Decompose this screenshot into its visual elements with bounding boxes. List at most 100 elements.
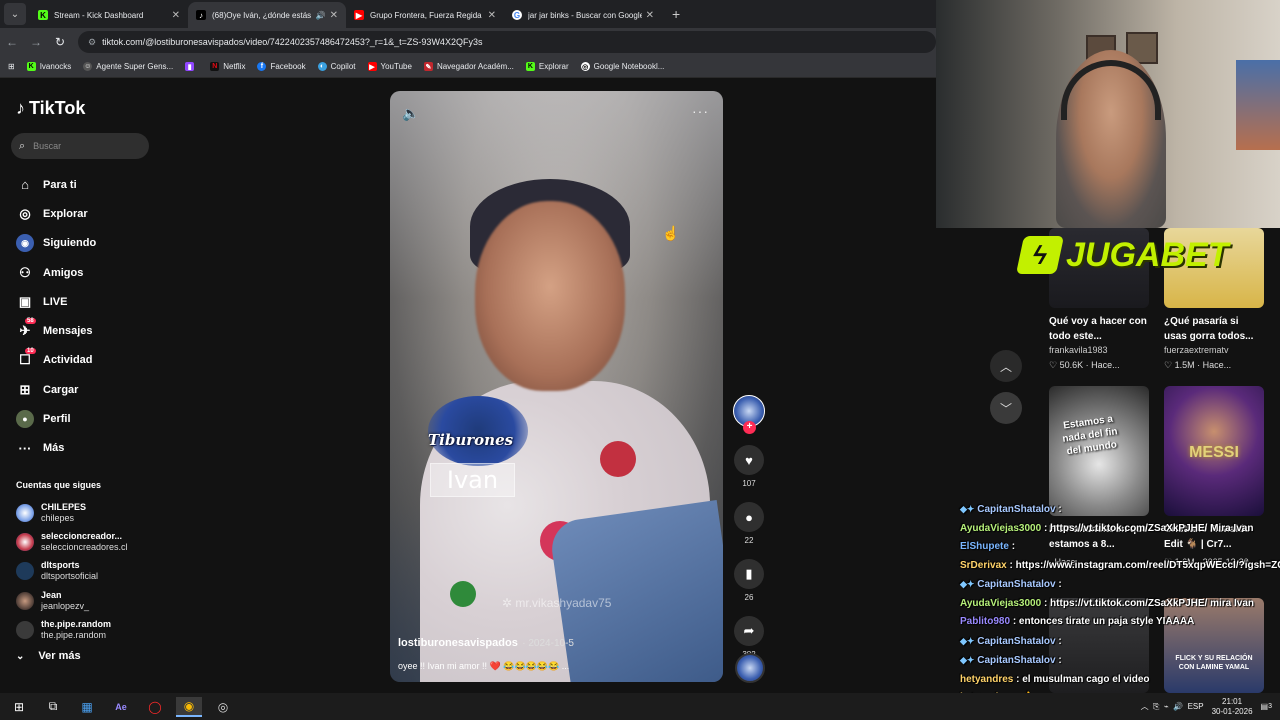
tab-title: jar jar binks - Buscar con Google — [528, 10, 642, 20]
share-icon[interactable]: ➦ — [734, 616, 764, 646]
bookmark-twitch[interactable]: ▮ — [185, 62, 198, 71]
sidebar-item-live[interactable]: ▣ LIVE — [16, 287, 96, 316]
tray-app-icon[interactable]: ⎘ — [1153, 702, 1159, 712]
chat-text: : https://www.instagram.com/reel/DT5xqpW… — [1009, 559, 1280, 571]
bookmark-icon[interactable]: ▮ — [734, 559, 764, 589]
following-account[interactable]: CHILEPES chilepes — [16, 498, 128, 527]
academic-icon: ✎ — [423, 62, 433, 71]
bookmark-agente[interactable]: ☺ Agente Super Gens... — [83, 62, 173, 71]
chat-badge-icon: ◆✦ — [960, 504, 975, 514]
follow-plus-icon[interactable]: + — [743, 421, 756, 434]
bookmark-ivanocks[interactable]: K Ivanocks — [26, 62, 71, 71]
sidebar-item-cargar[interactable]: ⊞ Cargar — [16, 375, 96, 404]
tab-youtube[interactable]: ▶ Grupo Frontera, Fuerza Regida ✕ — [346, 2, 504, 28]
sidebar-item-label: LIVE — [43, 295, 68, 308]
notifications-icon[interactable]: ▤ — [1261, 702, 1269, 711]
tiktok-logo[interactable]: ♪ TikTok — [16, 98, 85, 119]
speaker-icon[interactable]: 🔊 — [316, 11, 326, 20]
scroll-down-button[interactable]: ﹀ — [990, 392, 1022, 424]
tiktok-page: ♪ TikTok ⌕ Buscar ⌂ Para ti ◎ Explorar ◉ Si… — [0, 78, 936, 693]
search-input[interactable]: ⌕ Buscar — [11, 133, 149, 159]
account-handle: chilepes — [41, 512, 75, 523]
forward-icon[interactable]: → — [24, 35, 48, 49]
close-tab-icon[interactable]: ✕ — [330, 10, 338, 21]
bookmark-notebooklm[interactable]: ◎ Google Notebookl... — [580, 62, 664, 71]
volume-icon[interactable]: 🔈 — [402, 105, 419, 122]
chat-message: ElShupete : — [960, 538, 1280, 557]
bookmark-copilot[interactable]: ◐ Copilot — [317, 62, 356, 71]
comment-icon[interactable]: ● — [734, 502, 764, 532]
video-username[interactable]: lostiburonesavispados — [398, 637, 518, 649]
bookmark-navegador[interactable]: ✎ Navegador Académ... — [423, 62, 514, 71]
sidebar-item-actividad[interactable]: ☐ 10 Actividad — [16, 346, 96, 375]
following-account[interactable]: dltsports dltsportsoficial — [16, 557, 128, 586]
windows-start-icon[interactable]: ⊞ — [6, 697, 32, 717]
reload-icon[interactable]: ↻ — [48, 35, 72, 49]
see-more-link[interactable]: ⌄ Ver más — [16, 650, 81, 662]
sidebar-item-siguiendo[interactable]: ◉ Siguiendo — [16, 229, 96, 258]
close-tab-icon[interactable]: ✕ — [488, 10, 496, 21]
sidebar-item-para-ti[interactable]: ⌂ Para ti — [16, 170, 96, 199]
wall-poster — [1236, 60, 1280, 150]
video-date: · 2024-10-5 — [522, 638, 574, 649]
creator-avatar[interactable]: + — [733, 395, 765, 434]
url-field[interactable]: ⚙ tiktok.com/@lostiburonesavispados/vide… — [78, 31, 936, 53]
sidebar-item-explorar[interactable]: ◎ Explorar — [16, 199, 96, 228]
tab-google[interactable]: G jar jar binks - Buscar con Google ✕ — [504, 2, 662, 28]
clock-time: 21:01 — [1222, 696, 1243, 706]
sidebar-item-mas[interactable]: ··· Más — [16, 434, 96, 463]
close-tab-icon[interactable]: ✕ — [172, 10, 180, 21]
more-options-icon[interactable]: ··· — [692, 103, 709, 119]
bookmark-netflix[interactable]: N Netflix — [210, 62, 245, 71]
new-tab-button[interactable]: + — [672, 6, 680, 22]
card-user: fuerzaextrematv — [1164, 345, 1229, 355]
kick-icon: K — [38, 10, 48, 20]
back-icon[interactable]: ← — [0, 35, 24, 49]
apps-icon[interactable]: ⊞ — [8, 62, 15, 71]
clock[interactable]: 21:01 30-01-2026 — [1212, 697, 1253, 717]
account-handle: seleccioncreadores.cl — [41, 541, 128, 552]
sidebar-item-label: Para ti — [43, 178, 77, 191]
sidebar-item-amigos[interactable]: ⚇ Amigos — [16, 258, 96, 287]
following-account[interactable]: seleccioncreador... seleccioncreadores.cl — [16, 527, 128, 556]
obs-icon[interactable]: ◎ — [210, 697, 236, 717]
bookmark-facebook[interactable]: f Facebook — [257, 62, 306, 71]
heart-icon[interactable]: ♥ — [734, 445, 764, 475]
sidebar-item-mensajes[interactable]: ✈ 58 Mensajes — [16, 316, 96, 345]
scroll-up-button[interactable]: ︿ — [990, 350, 1022, 382]
volume-tray-icon[interactable]: 🔊 — [1173, 702, 1183, 711]
close-tab-icon[interactable]: ✕ — [646, 10, 654, 21]
following-account[interactable]: Jean jeanlopezv_ — [16, 586, 128, 615]
sidebar-item-perfil[interactable]: ● Perfil — [16, 404, 96, 433]
opera-icon[interactable]: ◯ — [142, 697, 168, 717]
chat-text: : https://vt.tiktok.com/ZSaXkPJHE/ mira … — [1043, 597, 1255, 609]
site-info-icon[interactable]: ⚙ — [88, 37, 96, 48]
avatar — [16, 591, 34, 610]
following-account[interactable]: the.pipe.random the.pipe.random — [16, 615, 128, 644]
chat-message: ◆✦ CapitanShatalov : — [960, 575, 1280, 595]
network-icon[interactable]: ⌁ — [1164, 702, 1169, 711]
video-player[interactable]: Tiburones Ivan ✲ mr.vikashyadav75 🔈 ··· … — [390, 91, 723, 682]
sidebar-item-label: Explorar — [43, 207, 88, 220]
comment-action[interactable]: ● 22 — [733, 502, 765, 545]
music-disc-icon[interactable] — [735, 653, 765, 683]
task-view-icon[interactable]: ⧉ — [40, 697, 66, 717]
language-indicator[interactable]: ESP — [1188, 702, 1204, 711]
bookmark-youtube[interactable]: ▶ YouTube — [367, 62, 412, 71]
chrome-icon[interactable]: ◉ — [176, 696, 202, 717]
thumbnail-text: Estamos a nada del fin del mundo — [1061, 413, 1119, 458]
tiburones-label: Tiburones — [428, 431, 514, 449]
webcam-overlay — [936, 0, 1280, 228]
bookmark-explorar[interactable]: K Explorar — [525, 62, 569, 71]
tab-tiktok[interactable]: ♪ (68)Oye Iván, ¿dónde estás 🔊 ✕ — [188, 2, 346, 28]
tray-chevron-icon[interactable]: ︿ — [1141, 701, 1149, 712]
save-action[interactable]: ▮ 26 — [733, 559, 765, 602]
chevron-down-icon: ⌄ — [16, 650, 25, 662]
tab-search-button[interactable]: ⌄ — [4, 3, 26, 25]
file-explorer-icon[interactable]: ▦ — [74, 697, 100, 717]
bookmark-label: Facebook — [270, 62, 306, 71]
video-face — [475, 201, 625, 391]
after-effects-icon[interactable]: Ae — [108, 697, 134, 717]
tab-kick-dashboard[interactable]: K Stream - Kick Dashboard ✕ — [30, 2, 188, 28]
like-action[interactable]: ♥ 107 — [733, 445, 765, 488]
